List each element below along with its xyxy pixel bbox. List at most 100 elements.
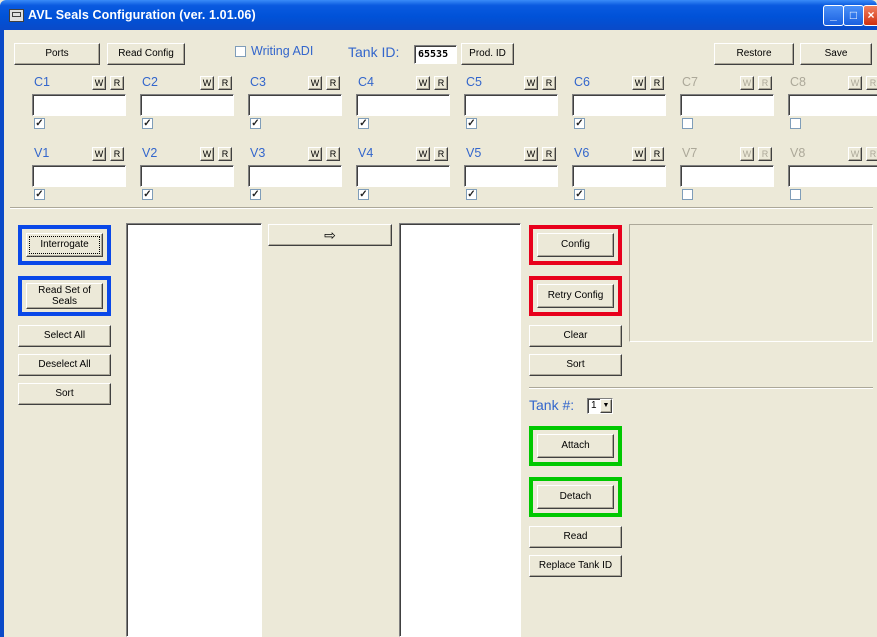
sort-right-button[interactable]: Sort [529, 354, 622, 376]
minimize-button[interactable]: _ [823, 5, 844, 26]
channel-value-field[interactable] [248, 94, 342, 116]
sort-left-button[interactable]: Sort [18, 383, 111, 405]
close-button[interactable]: × [863, 5, 877, 26]
channel-checkbox[interactable]: ✓ [466, 189, 477, 200]
tank-id-field[interactable]: 65535 [414, 45, 457, 64]
channel-value-field[interactable] [140, 165, 234, 187]
channel-read-button[interactable]: R [218, 76, 232, 90]
interrogate-button[interactable]: Interrogate [26, 233, 103, 257]
channel-value-field[interactable] [248, 165, 342, 187]
channel-value-field[interactable] [788, 94, 877, 116]
close-icon: × [867, 8, 875, 22]
channel-value-field[interactable] [32, 165, 126, 187]
channel-read-button[interactable]: R [110, 76, 124, 90]
channel-read-button[interactable]: R [434, 76, 448, 90]
channel-value-field[interactable] [464, 165, 558, 187]
channel-write-button[interactable]: W [632, 147, 646, 161]
right-divider [529, 387, 873, 389]
channel-write-button[interactable]: W [92, 147, 106, 161]
channel-write-button[interactable]: W [416, 147, 430, 161]
dropdown-arrow-icon[interactable]: ▼ [600, 399, 612, 413]
channel-read-button[interactable]: R [110, 147, 124, 161]
channel-value-field[interactable] [32, 94, 126, 116]
channel-value-field[interactable] [464, 94, 558, 116]
select-all-button[interactable]: Select All [18, 325, 111, 347]
channel-value-field[interactable] [356, 94, 450, 116]
channel-checkbox[interactable] [682, 189, 693, 200]
maximize-button[interactable]: □ [843, 5, 864, 26]
channel-checkbox[interactable] [790, 118, 801, 129]
channel-read-button[interactable]: R [326, 76, 340, 90]
read-config-button[interactable]: Read Config [107, 43, 185, 65]
config-highlight: Config [529, 225, 622, 265]
channel-checkbox[interactable]: ✓ [574, 189, 585, 200]
channel-value-field[interactable] [680, 94, 774, 116]
channel-read-button[interactable]: R [650, 147, 664, 161]
tank-number-select[interactable]: 1 ▼ [587, 398, 613, 414]
channel-read-button[interactable]: R [542, 76, 556, 90]
channel-checkbox[interactable]: ✓ [142, 189, 153, 200]
ports-button[interactable]: Ports [14, 43, 100, 65]
channel-checkbox[interactable]: ✓ [34, 118, 45, 129]
channel-checkbox[interactable] [682, 118, 693, 129]
channel-value-field[interactable] [572, 165, 666, 187]
channel-value-field[interactable] [140, 94, 234, 116]
channel-checkbox[interactable]: ✓ [466, 118, 477, 129]
channel-write-button[interactable]: W [200, 76, 214, 90]
channel-checkbox[interactable]: ✓ [250, 118, 261, 129]
seals-list-right[interactable] [399, 223, 521, 637]
channel-value-field[interactable] [680, 165, 774, 187]
channel-write-button[interactable]: W [848, 147, 862, 161]
channel-write-button[interactable]: W [92, 76, 106, 90]
save-button[interactable]: Save [800, 43, 872, 65]
deselect-all-button[interactable]: Deselect All [18, 354, 111, 376]
checkbox-icon: ✓ [575, 118, 584, 129]
channel-write-button[interactable]: W [416, 76, 430, 90]
clear-button[interactable]: Clear [529, 325, 622, 347]
channel-label: C6 [574, 75, 590, 89]
channel-write-button[interactable]: W [524, 76, 538, 90]
read-set-of-seals-button[interactable]: Read Set of Seals [26, 283, 103, 309]
channel-read-button[interactable]: R [866, 76, 877, 90]
replace-tank-id-button[interactable]: Replace Tank ID [529, 555, 622, 577]
channel-checkbox[interactable]: ✓ [358, 189, 369, 200]
channel-read-button[interactable]: R [758, 76, 772, 90]
channel-write-button[interactable]: W [740, 76, 754, 90]
checkbox-icon: ✓ [35, 118, 44, 129]
channel-read-button[interactable]: R [866, 147, 877, 161]
prod-id-button[interactable]: Prod. ID [461, 43, 514, 65]
channel-read-button[interactable]: R [650, 76, 664, 90]
channel-checkbox[interactable]: ✓ [574, 118, 585, 129]
channel-checkbox[interactable]: ✓ [34, 189, 45, 200]
channel-checkbox[interactable]: ✓ [358, 118, 369, 129]
channel-value-field[interactable] [356, 165, 450, 187]
channel-value-field[interactable] [788, 165, 877, 187]
channel-value-field[interactable] [572, 94, 666, 116]
writing-adi-checkbox[interactable] [235, 46, 246, 57]
channel-label: C1 [34, 75, 50, 89]
attach-button[interactable]: Attach [537, 434, 614, 458]
channel-checkbox[interactable]: ✓ [250, 189, 261, 200]
channel-write-button[interactable]: W [740, 147, 754, 161]
channel-read-button[interactable]: R [758, 147, 772, 161]
channel-write-button[interactable]: W [308, 147, 322, 161]
title-bar[interactable]: AVL Seals Configuration (ver. 1.01.06) _… [0, 0, 877, 30]
detach-button[interactable]: Detach [537, 485, 614, 509]
channel-read-button[interactable]: R [326, 147, 340, 161]
channel-write-button[interactable]: W [524, 147, 538, 161]
channel-read-button[interactable]: R [542, 147, 556, 161]
channel-write-button[interactable]: W [308, 76, 322, 90]
channel-write-button[interactable]: W [632, 76, 646, 90]
channel-write-button[interactable]: W [848, 76, 862, 90]
config-button[interactable]: Config [537, 233, 614, 257]
channel-read-button[interactable]: R [434, 147, 448, 161]
channel-write-button[interactable]: W [200, 147, 214, 161]
retry-config-button[interactable]: Retry Config [537, 284, 614, 308]
restore-button[interactable]: Restore [714, 43, 794, 65]
channel-checkbox[interactable]: ✓ [142, 118, 153, 129]
channel-read-button[interactable]: R [218, 147, 232, 161]
read-button[interactable]: Read [529, 526, 622, 548]
seals-list-left[interactable] [126, 223, 262, 637]
transfer-arrow-button[interactable]: ⇨ [268, 224, 392, 246]
channel-checkbox[interactable] [790, 189, 801, 200]
